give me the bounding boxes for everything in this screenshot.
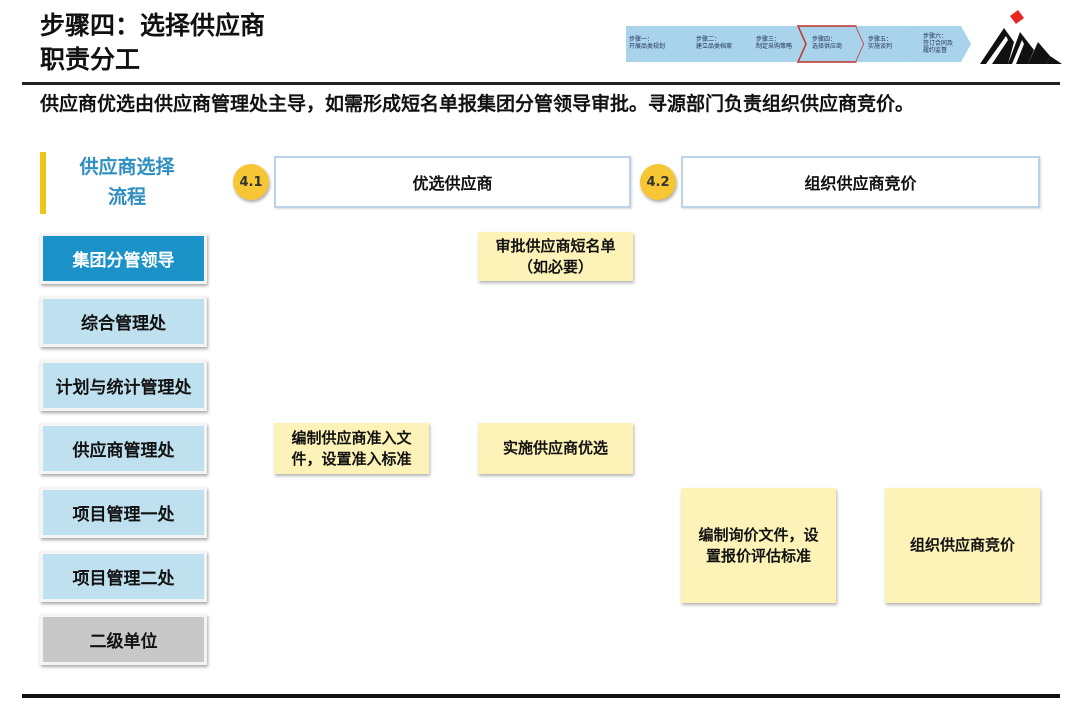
role-project-management-2: 项目管理二处 [40,551,207,602]
footer-divider [22,694,1060,698]
step-4-label: 步骤四： 选择供应商 [812,36,843,50]
step-5-label: 步骤五： 实施谈判 [868,36,893,50]
task-run-selection: 实施供应商优选 [478,423,633,474]
task-organize-bidding: 组织供应商竞价 [885,488,1040,603]
role-secondary-unit: 二级单位 [40,614,207,665]
phase-4-2-header: 组织供应商竞价 [681,156,1040,208]
step-progress-bar: 步骤一： 开展品类规划 步骤二： 建立品类档案 步骤三： 制定采购策略 步骤四：… [626,24,971,64]
phase-4-1-header: 优选供应商 [274,156,631,208]
summary-text: 供应商优选由供应商管理处主导，如需形成短名单报集团分管领导审批。寻源部门负责组织… [40,93,915,115]
task-compile-entry-docs: 编制供应商准入文 件，设置准入标准 [274,423,429,474]
role-group-leader: 集团分管领导 [40,233,207,284]
phase-4-2-badge: 4.2 [640,164,676,200]
header-divider [22,82,1060,85]
logo-red-diamond [1010,10,1024,24]
step-1-label: 步骤一： 开展品类规划 [629,36,666,50]
page-title: 步骤四：选择供应商 职责分工 [40,11,266,74]
step-3-label: 步骤三： 制定采购策略 [756,36,793,50]
role-project-management-1: 项目管理一处 [40,487,207,538]
role-general-management: 综合管理处 [40,296,207,347]
task-compile-inquiry-docs: 编制询价文件，设 置报价评估标准 [681,488,836,603]
role-planning-statistics: 计划与统计管理处 [40,360,207,411]
company-logo [980,10,1062,64]
phase-4-1-badge: 4.1 [233,164,269,200]
step-2-label: 步骤二： 建立品类档案 [696,36,733,50]
process-title: 供应商选择 流程 [40,152,208,214]
step-chevrons-graphic [626,25,971,63]
task-approve-shortlist: 审批供应商短名单 （如必要） [478,232,633,281]
role-supplier-management: 供应商管理处 [40,423,207,474]
step-6-label: 步骤六： 签订合同及 履约监督 [923,33,954,54]
